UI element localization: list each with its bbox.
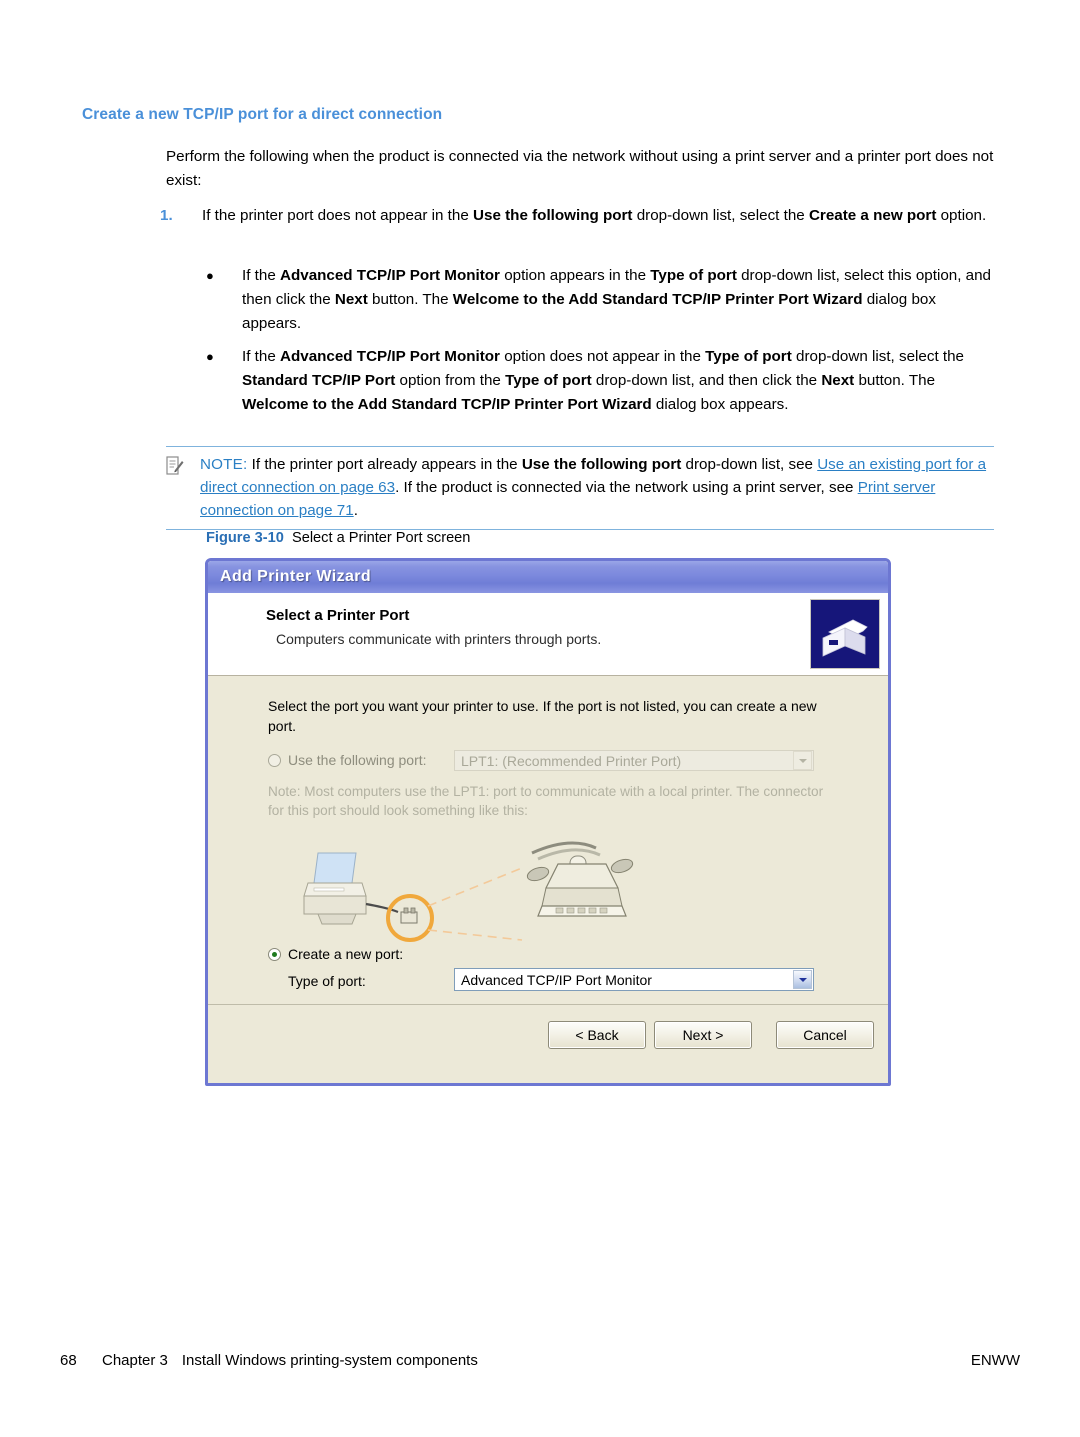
bullet-list-item: ● If the Advanced TCP/IP Port Monitor op… (206, 345, 998, 417)
port-note-text: Note: Most computers use the LPT1: port … (268, 784, 824, 818)
cancel-button[interactable]: Cancel (776, 1021, 874, 1049)
dialog-header: Select a Printer Port Computers communic… (208, 593, 888, 676)
footer-right-label: ENWW (970, 1352, 1020, 1369)
note-body: If the printer port already appears in t… (200, 456, 987, 519)
use-following-port-combo[interactable]: LPT1: (Recommended Printer Port) (454, 750, 814, 771)
chevron-down-icon[interactable] (793, 751, 812, 770)
next-button[interactable]: Next > (654, 1021, 752, 1049)
bullet-list-item: ● If the Advanced TCP/IP Port Monitor op… (206, 264, 998, 336)
figure-caption: Figure 3-10 Select a Printer Port screen (206, 530, 470, 546)
list-number: 1. (160, 207, 173, 224)
intro-paragraph: Perform the following when the product i… (166, 148, 994, 189)
figure-label: Figure 3-10 (206, 530, 284, 546)
type-of-port-combo-value: Advanced TCP/IP Port Monitor (461, 971, 652, 988)
dialog-title: Add Printer Wizard (220, 568, 372, 585)
note-label: NOTE: (200, 456, 248, 473)
page-number: 68 (60, 1352, 77, 1369)
footer-chapter: Chapter 3 (102, 1352, 168, 1369)
create-new-port-label: Create a new port: (288, 946, 404, 962)
note-pencil-icon (166, 456, 184, 476)
dialog-header-subtitle: Computers communicate with printers thro… (276, 631, 602, 647)
section-heading: Create a new TCP/IP port for a direct co… (82, 106, 443, 123)
use-following-port-label: Use the following port: (288, 752, 427, 768)
use-following-port-combo-value: LPT1: (Recommended Printer Port) (461, 752, 682, 769)
note-text: NOTE: If the printer port already appear… (200, 453, 994, 522)
numbered-list-item: 1. If the printer port does not appear i… (160, 204, 998, 228)
list-item-text: If the printer port does not appear in t… (202, 207, 987, 224)
dialog-footer: < Back Next > Cancel (208, 1004, 888, 1083)
bullet-item-text: If the Advanced TCP/IP Port Monitor opti… (242, 348, 964, 413)
printer-parallel-cable-illustration (270, 828, 690, 948)
dialog-button-row: < Back Next > Cancel (548, 1021, 874, 1049)
dialog-titlebar: Add Printer Wizard (208, 561, 888, 593)
bullet-marker-icon: ● (206, 268, 214, 283)
type-of-port-label: Type of port: (288, 973, 366, 989)
figure-title: Select a Printer Port screen (291, 530, 471, 546)
chevron-down-icon[interactable] (793, 970, 812, 989)
document-page: Create a new TCP/IP port for a direct co… (0, 0, 1080, 1437)
create-new-port-option[interactable]: Create a new port: (268, 946, 403, 962)
type-of-port-combo[interactable]: Advanced TCP/IP Port Monitor (454, 968, 814, 991)
dialog-instruction: Select the port you want your printer to… (268, 698, 817, 734)
bullet-item-text: If the Advanced TCP/IP Port Monitor opti… (242, 267, 991, 332)
printer-icon (810, 599, 880, 669)
bullet-marker-icon: ● (206, 349, 214, 364)
note-callout: NOTE: If the printer port already appear… (166, 446, 994, 530)
create-new-port-radio[interactable] (268, 947, 281, 961)
back-button[interactable]: < Back (548, 1021, 646, 1049)
footer-chapter-title: Install Windows printing-system componen… (181, 1352, 478, 1369)
dialog-header-title: Select a Printer Port (266, 607, 410, 624)
add-printer-wizard-dialog: Add Printer Wizard Select a Printer Port… (205, 558, 891, 1086)
dialog-body: Select the port you want your printer to… (208, 676, 888, 1038)
page-footer: 68 Chapter 3 Install Windows printing-sy… (60, 1352, 1020, 1369)
use-following-port-radio[interactable] (268, 753, 281, 767)
